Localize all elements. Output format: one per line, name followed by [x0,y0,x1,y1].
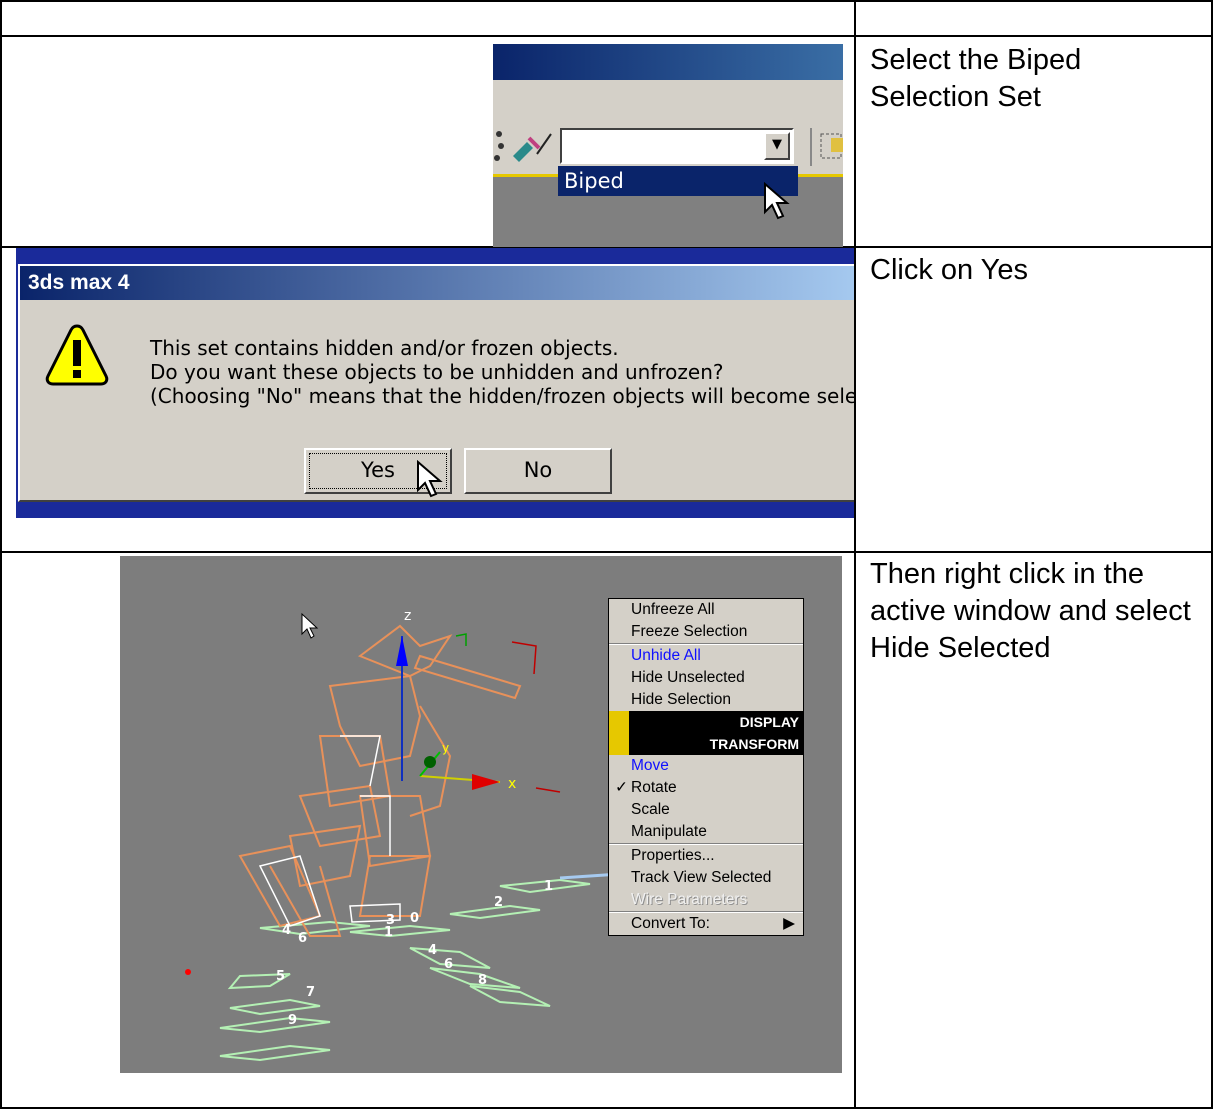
instruction-text: Click on Yes [870,254,1028,286]
menu-item-freeze-selection[interactable]: Freeze Selection [609,621,803,643]
menu-item-unhide-all[interactable]: Unhide All [609,645,803,667]
warning-icon [45,324,109,386]
menu-item-label: Convert To: [631,915,710,932]
svg-text:0: 0 [410,911,419,926]
screenshot-selection-set: ▼ Biped [493,44,843,247]
svg-text:8: 8 [478,973,487,988]
toolbar [493,80,843,120]
table-border-top [0,0,1213,2]
screenshot-viewport[interactable]: z x y 1 2 3 0 4 6 1 4 6 8 5 7 9 Unfreeze… [120,556,842,1073]
menu-header-label: TRANSFORM [709,736,799,752]
menu-item-properties[interactable]: Properties... [609,845,803,867]
dialog-title: 3ds max 4 [20,266,854,300]
cursor-arrow-icon [764,182,790,220]
screenshot-confirm-dialog: 3ds max 4 This set contains hidden and/o… [16,248,854,518]
svg-text:4: 4 [282,923,291,938]
menu-item-scale[interactable]: Scale [609,799,803,821]
quad-marker [609,733,629,755]
svg-text:2: 2 [494,895,503,910]
menu-item-wire-parameters: Wire Parameters [631,891,748,908]
quad-context-menu: Unfreeze All Freeze Selection Unhide All… [608,598,804,936]
svg-text:1: 1 [384,925,393,940]
instruction-text: Then right click in the active window an… [870,558,1191,664]
menu-item-convert-to[interactable]: Convert To: ▶ [609,913,803,935]
message-line: (Choosing "No" means that the hidden/fro… [150,384,854,408]
menu-item-track-view-selected[interactable]: Track View Selected [609,867,803,889]
quad-marker [609,711,629,733]
axis-label-y: y [442,741,449,755]
mirror-icon[interactable] [809,126,843,170]
menu-header-display: DISPLAY [609,711,803,733]
table-border-left [0,0,2,1109]
svg-text:5: 5 [276,969,285,984]
table-row-divider [0,551,1213,553]
dropdown-item-biped[interactable]: Biped [558,166,798,196]
svg-text:6: 6 [444,957,453,972]
instruction-table: Select the Biped Selection Set ▼ Biped C… [0,0,1213,1109]
cursor-arrow-icon [417,460,443,498]
menu-item-rotate[interactable]: ✓ Rotate [609,777,803,799]
axis-label-x: x [508,776,516,792]
yes-button-label: Yes [361,458,395,482]
menu-header-transform: TRANSFORM [609,733,803,755]
menu-item-move[interactable]: Move [609,755,803,777]
instruction-text: Select the Biped Selection Set [870,44,1082,113]
selection-icons[interactable] [493,126,557,170]
dialog-message: This set contains hidden and/or frozen o… [150,336,854,408]
svg-text:1: 1 [544,879,553,894]
submenu-arrow-icon: ▶ [783,915,795,932]
named-selection-set-combo[interactable]: ▼ [560,128,794,164]
table-column-divider [854,0,856,1109]
menu-item-label: Rotate [631,779,677,796]
svg-text:4: 4 [428,943,437,958]
message-line: This set contains hidden and/or frozen o… [150,336,619,360]
svg-text:9: 9 [288,1013,297,1028]
svg-text:6: 6 [298,931,307,946]
svg-text:7: 7 [306,985,315,1000]
menu-item-hide-unselected[interactable]: Hide Unselected [609,667,803,689]
menu-header-label: DISPLAY [739,714,799,730]
no-button[interactable]: No [464,448,612,494]
message-line: Do you want these objects to be unhidden… [150,360,724,384]
chevron-down-icon[interactable]: ▼ [764,132,790,160]
menu-item-hide-selection[interactable]: Hide Selection [609,689,803,711]
menu-item-manipulate[interactable]: Manipulate [609,821,803,843]
menu-item-unfreeze-all[interactable]: Unfreeze All [609,599,803,621]
axis-label-z: z [404,608,411,624]
title-bar [493,44,843,80]
table-row-divider [0,35,1213,37]
checkmark-icon: ✓ [615,779,628,796]
no-button-label: No [523,458,553,482]
confirm-dialog: 3ds max 4 This set contains hidden and/o… [18,264,854,502]
